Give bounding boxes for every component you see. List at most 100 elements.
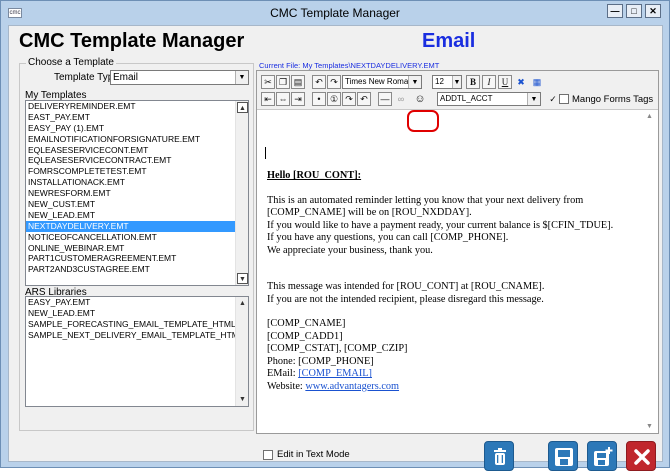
text-line: [COMP_CNAME] will be on [ROU_NXDDAY]. — [267, 207, 472, 218]
mode-title: Email — [422, 30, 476, 52]
copy-icon[interactable]: ❐ — [276, 75, 290, 89]
save-as-new-button[interactable] — [587, 441, 617, 471]
list-item[interactable]: EASY_PAY (1).EMT — [26, 123, 248, 134]
outdent-icon[interactable]: ⇥ — [291, 92, 305, 106]
link-icon[interactable]: ∞ — [394, 92, 408, 106]
list-item[interactable]: EASY_PAY.EMT — [26, 297, 248, 308]
ars-libraries-list[interactable]: EASY_PAY.EMT NEW_LEAD.EMT SAMPLE_FORECASTI… — [25, 296, 249, 407]
close-icon[interactable]: ✕ — [645, 4, 661, 18]
font-size-select[interactable]: 12 ▼ — [432, 75, 462, 89]
align-left-icon[interactable]: ⇤ — [261, 92, 275, 106]
text-line: If you would like to have a payment read… — [267, 219, 614, 231]
font-size-value: 12 — [435, 77, 444, 86]
edit-text-mode[interactable]: Edit in Text Mode — [263, 449, 350, 460]
email-label: EMail: — [267, 368, 299, 379]
text-line: Phone: [COMP_PHONE] — [267, 355, 374, 367]
list-item[interactable]: INSTALLATIONACK.EMT — [26, 177, 248, 188]
field-select-value: ADDTL_ACCT — [440, 94, 493, 103]
italic-button[interactable]: I — [482, 75, 496, 89]
align-center-icon[interactable]: ⇔ — [276, 92, 290, 106]
save-new-icon — [594, 447, 613, 466]
checkmark-icon[interactable]: ✓ — [546, 92, 560, 106]
list-item[interactable]: EQLEASESERVICECONT.EMT — [26, 145, 248, 156]
paragraph-1: This is an automated reminder letting yo… — [267, 195, 637, 258]
list-item[interactable]: NEWRESFORM.EMT — [26, 188, 248, 199]
scroll-down-icon[interactable]: ▼ — [237, 394, 248, 405]
spellcheck-icon[interactable]: ✖ — [514, 75, 528, 89]
list-item[interactable]: NEW_LEAD.EMT — [26, 210, 248, 221]
list-item[interactable]: NOTICEOFCANCELLATION.EMT — [26, 232, 248, 243]
scroll-down-icon[interactable]: ▼ — [646, 423, 653, 430]
scroll-up-icon[interactable]: ▲ — [646, 113, 653, 120]
list-item[interactable]: SAMPLE_NEXT_DELIVERY_EMAIL_TEMPLATE_HTML… — [26, 330, 248, 341]
bullet-icon[interactable]: • — [312, 92, 326, 106]
my-templates-scrollbar[interactable]: ▲ ▼ — [235, 101, 248, 285]
paste-icon[interactable]: ▤ — [291, 75, 305, 89]
ars-libraries-items: EASY_PAY.EMT NEW_LEAD.EMT SAMPLE_FORECASTI… — [26, 297, 248, 341]
table-icon[interactable]: ▦ — [530, 75, 544, 89]
numbering-icon[interactable]: ① — [327, 92, 341, 106]
minimize-icon[interactable]: — — [607, 4, 623, 18]
maximize-icon[interactable]: □ — [626, 4, 642, 18]
choose-template-legend: Choose a Template — [26, 57, 116, 68]
website-line: Website: www.advantagers.com — [267, 381, 637, 394]
list-item[interactable]: NEW_LEAD.EMT — [26, 308, 248, 319]
font-name-select[interactable]: Times New Roman ▼ — [342, 75, 422, 89]
edit-text-mode-label: Edit in Text Mode — [277, 449, 350, 460]
window-title: CMC Template Manager — [270, 6, 400, 20]
smiley-highlight-ring — [407, 110, 439, 132]
text-line: We appreciate your business, thank you. — [267, 244, 433, 256]
list-item[interactable]: EQLEASESERVICECONTRACT.EMT — [26, 155, 248, 166]
website-label: Website: — [267, 380, 306, 392]
indent-icon[interactable]: ↷ — [342, 92, 356, 106]
scroll-down-icon[interactable]: ▼ — [237, 273, 248, 284]
save-icon — [555, 448, 573, 466]
list-item[interactable]: NEXTDAYDELIVERY.EMT — [26, 220, 248, 232]
smiley-icon[interactable]: ☺ — [413, 92, 427, 106]
list-item[interactable]: FOMRSCOMPLETETEST.EMT — [26, 166, 248, 177]
editor-panel: ✂ ❐ ▤ ↶ ↷ Times New Roman ▼ 12 ▼ B I U ✖… — [256, 70, 659, 434]
text-line: [COMP_CADD1] — [267, 330, 343, 342]
list-item[interactable]: NEW_CUST.EMT — [26, 199, 248, 210]
template-type-select[interactable]: Email ▼ — [110, 70, 249, 85]
list-item[interactable]: SAMPLE_FORECASTING_EMAIL_TEMPLATE_HTML.E… — [26, 319, 248, 330]
scroll-up-icon[interactable]: ▲ — [237, 298, 248, 309]
mango-forms-checkbox[interactable] — [559, 94, 569, 104]
paragraph-2: This message was intended for [ROU_CONT]… — [267, 281, 637, 306]
my-templates-list[interactable]: DELIVERYREMINDER.EMT EAST_PAY.EMT EASY_PAY… — [25, 100, 249, 286]
text-line: If you are not the intended recipient, p… — [267, 293, 544, 305]
email-link[interactable]: [COMP_EMAIL] — [298, 368, 372, 379]
field-select[interactable]: ADDTL_ACCT ▼ — [437, 92, 541, 106]
delete-button[interactable] — [484, 441, 514, 471]
scissors-icon[interactable]: ✂ — [261, 75, 275, 89]
close-button[interactable] — [626, 441, 656, 471]
chevron-down-icon[interactable]: ▼ — [235, 71, 248, 84]
mango-forms-label: Mango Forms Tags — [572, 94, 654, 105]
list-item[interactable]: PART1CUSTOMERAGREEMENT.EMT — [26, 253, 248, 264]
document-area[interactable]: Hello [ROU_CONT]: This is an automated r… — [257, 109, 658, 433]
list-item[interactable]: EAST_PAY.EMT — [26, 112, 248, 123]
text-line: This message was intended for [ROU_CONT]… — [267, 281, 545, 292]
scroll-up-icon[interactable]: ▲ — [237, 102, 248, 113]
list-item[interactable]: EMAILNOTIFICATIONFORSIGNATURE.EMT — [26, 134, 248, 145]
window-controls: — □ ✕ — [607, 4, 661, 18]
list-item[interactable]: PART2AND3CUSTAGREE.EMT — [26, 264, 248, 275]
chevron-down-icon[interactable]: ▼ — [527, 93, 540, 105]
save-button[interactable] — [548, 441, 578, 471]
undo-icon[interactable]: ↶ — [312, 75, 326, 89]
list-item[interactable]: ONLINE_WEBINAR.EMT — [26, 243, 248, 254]
bold-button[interactable]: B — [466, 75, 480, 89]
edit-text-mode-checkbox[interactable] — [263, 449, 273, 460]
underline-button[interactable]: U — [498, 75, 512, 89]
list-item[interactable]: DELIVERYREMINDER.EMT — [26, 101, 248, 112]
horizontal-line-icon[interactable]: — — [378, 92, 392, 106]
chevron-down-icon[interactable]: ▼ — [452, 76, 461, 88]
trash-icon — [494, 448, 506, 465]
website-link[interactable]: www.advantagers.com — [305, 381, 399, 392]
chevron-down-icon[interactable]: ▼ — [408, 76, 421, 88]
document-scrollbar[interactable]: ▲ ▼ — [645, 110, 658, 433]
text-line: [COMP_CSTAT], [COMP_CZIP] — [267, 343, 408, 354]
redo-icon[interactable]: ↷ — [327, 75, 341, 89]
ars-scrollbar[interactable]: ▲ ▼ — [235, 297, 248, 406]
redo-alt-icon[interactable]: ↶ — [357, 92, 371, 106]
